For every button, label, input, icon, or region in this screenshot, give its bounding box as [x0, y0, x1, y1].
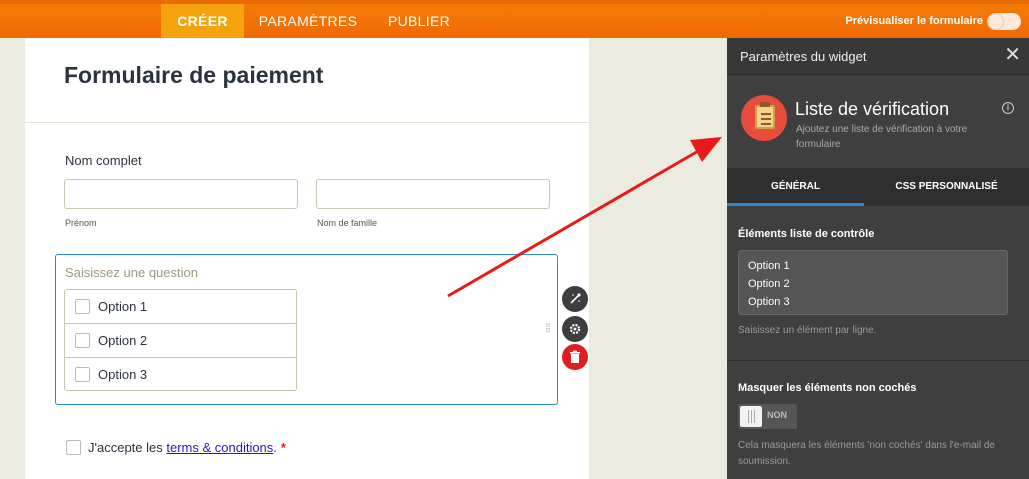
wand-icon[interactable]	[562, 286, 588, 312]
terms-text: J'accepte les terms & conditions. *	[88, 440, 286, 455]
panel-tabs: GÉNÉRAL CSS PERSONNALISÉ	[727, 168, 1029, 206]
item-line: Option 2	[748, 278, 790, 290]
widget-description: Ajoutez une liste de vérification à votr…	[796, 124, 968, 150]
checkbox[interactable]	[75, 299, 90, 314]
hide-unchecked-toggle[interactable]: NON	[738, 404, 797, 429]
question-placeholder[interactable]: Saisissez une question	[65, 265, 198, 280]
checklist-question-field[interactable]: Saisissez une question Option 1 Option 2…	[55, 254, 558, 405]
items-label: Éléments liste de contrôle	[738, 228, 875, 240]
toggle-state-label: NON	[767, 410, 787, 420]
tab-custom-css[interactable]: CSS PERSONNALISÉ	[864, 168, 1029, 206]
option-label: Option 2	[98, 333, 148, 348]
toggle-handle	[740, 406, 762, 427]
list-item[interactable]: Option 3	[65, 358, 296, 390]
checkbox[interactable]	[75, 367, 90, 382]
trash-icon[interactable]	[562, 344, 588, 370]
checkbox[interactable]	[75, 333, 90, 348]
drag-handle-icon[interactable]: ⁞⁞	[545, 321, 551, 335]
panel-header: Paramètres du widget ✕	[727, 38, 1029, 75]
full-name-label[interactable]: Nom complet	[65, 153, 142, 168]
last-name-sublabel: Nom de famille	[317, 218, 378, 228]
hide-hint: Cela masquera les éléments 'non cochés' …	[738, 440, 995, 467]
clipboard-shape	[755, 105, 775, 129]
widget-name: Liste de vérification	[795, 99, 950, 119]
first-name-input[interactable]	[64, 179, 298, 209]
widget-settings-panel: Paramètres du widget ✕ Liste de vérifica…	[727, 38, 1029, 479]
terms-prefix: J'accepte les	[88, 440, 167, 455]
checklist-options: Option 1 Option 2 Option 3	[64, 289, 297, 391]
toggle-knob	[988, 14, 1003, 29]
clipboard-clip	[760, 102, 770, 107]
gear-icon[interactable]	[562, 316, 588, 342]
first-name-sublabel: Prénom	[65, 218, 97, 228]
list-item[interactable]: Option 1	[65, 290, 296, 324]
tab-publier[interactable]: PUBLIER	[377, 4, 461, 38]
last-name-input[interactable]	[316, 179, 550, 209]
checklist-icon	[741, 95, 787, 141]
terms-suffix: .	[273, 440, 277, 455]
close-icon[interactable]: ✕	[1004, 45, 1021, 65]
terms-checkbox[interactable]	[66, 440, 81, 455]
item-line: Option 1	[748, 260, 790, 272]
form-title[interactable]: Formulaire de paiement	[64, 62, 323, 89]
top-navigation-bar: CRÉER PARAMÈTRES PUBLIER Prévisualiser l…	[0, 0, 1029, 38]
item-line: Option 3	[748, 296, 790, 308]
info-icon[interactable]: i	[1002, 102, 1014, 114]
option-label: Option 1	[98, 299, 148, 314]
clipboard-line	[761, 123, 771, 125]
preview-label: Prévisualiser le formulaire	[845, 15, 983, 27]
option-label: Option 3	[98, 367, 148, 382]
terms-link[interactable]: terms & conditions	[166, 440, 273, 455]
preview-toggle[interactable]	[987, 13, 1021, 30]
clipboard-line	[761, 118, 771, 120]
clipboard-line	[761, 113, 771, 115]
section-divider	[727, 360, 1029, 361]
tab-parametres[interactable]: PARAMÈTRES	[252, 4, 364, 38]
form-canvas: Formulaire de paiement Nom complet Préno…	[25, 38, 589, 479]
tab-general[interactable]: GÉNÉRAL	[727, 168, 864, 206]
list-item[interactable]: Option 2	[65, 324, 296, 358]
hide-label: Masquer les éléments non cochés	[738, 382, 917, 394]
title-divider	[25, 122, 589, 123]
panel-title: Paramètres du widget	[740, 49, 867, 64]
required-mark: *	[280, 440, 286, 455]
items-hint: Saisissez un élément par ligne.	[738, 325, 877, 336]
tab-creer[interactable]: CRÉER	[161, 4, 244, 38]
items-textarea[interactable]: Option 1 Option 2 Option 3	[738, 250, 1008, 315]
